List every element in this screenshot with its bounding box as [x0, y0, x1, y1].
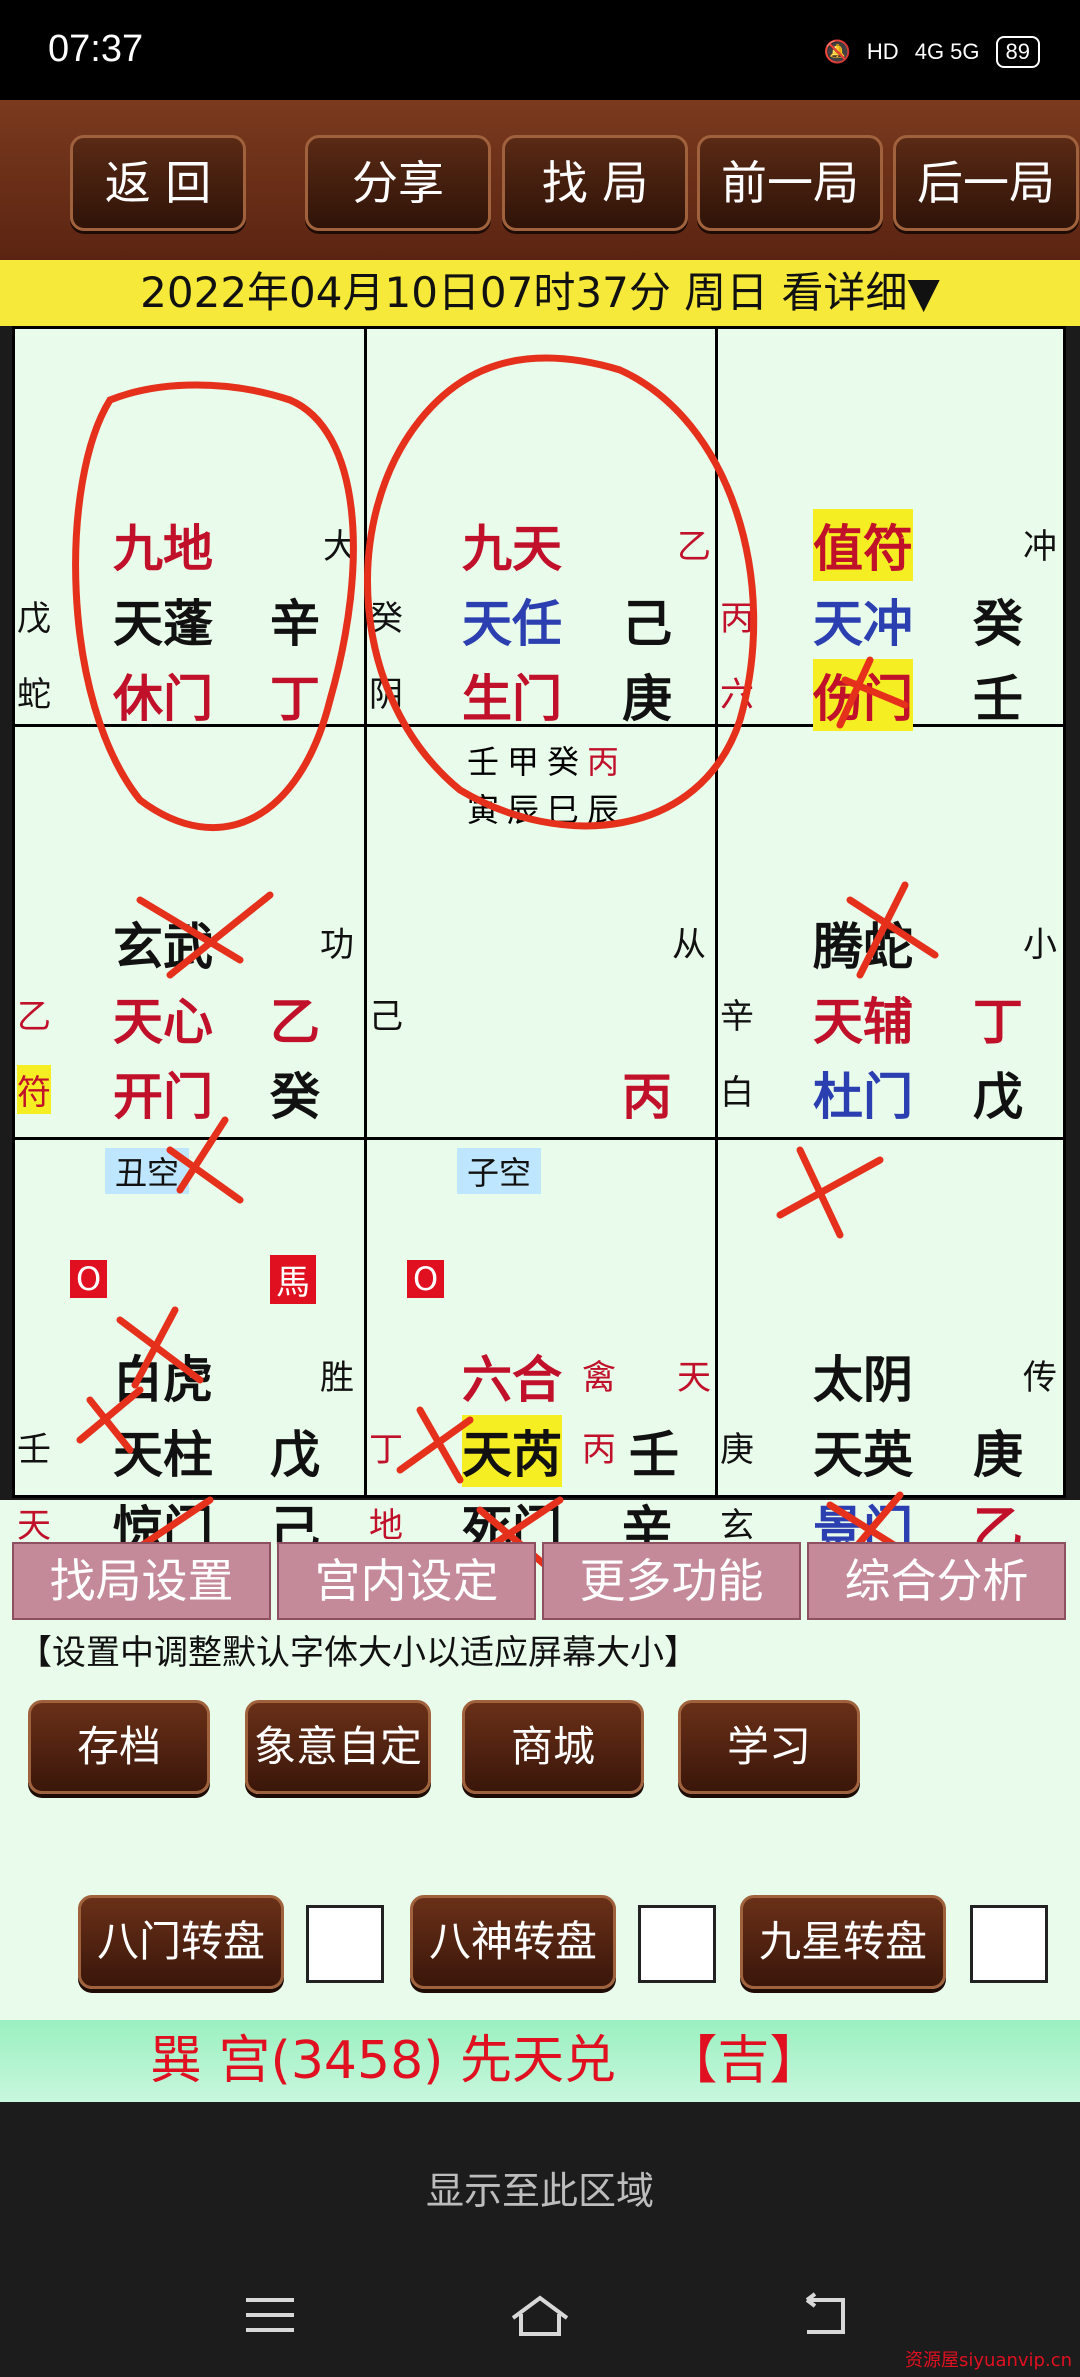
- palace-info-bar: 巽 宫(3458) 先天兑 【吉】: [0, 2020, 1080, 2102]
- star-dial-button[interactable]: 九星转盘: [740, 1895, 946, 1989]
- cross-mark: [846, 881, 939, 979]
- menu-icon[interactable]: [240, 2290, 300, 2340]
- circle-annotation: [364, 354, 758, 830]
- door-dial-checkbox[interactable]: [306, 1905, 384, 1983]
- analysis-button[interactable]: 综合分析: [807, 1542, 1066, 1620]
- back-nav-icon[interactable]: [795, 2290, 855, 2340]
- god-dial-checkbox[interactable]: [638, 1905, 716, 1983]
- home-icon[interactable]: [505, 2290, 575, 2340]
- god-dial-button[interactable]: 八神转盘: [410, 1895, 616, 1989]
- cross-mark: [396, 1406, 474, 1484]
- more-functions-button[interactable]: 更多功能: [542, 1542, 801, 1620]
- circle-annotation: [72, 381, 357, 831]
- cross-mark: [166, 1116, 244, 1204]
- watermark: 资源屋siyuanvip.cn: [905, 2350, 1072, 2371]
- door-dial-button[interactable]: 八门转盘: [78, 1895, 284, 1989]
- custom-meaning-button[interactable]: 象意自定: [245, 1700, 431, 1794]
- cross-mark: [76, 1386, 144, 1454]
- archive-button[interactable]: 存档: [28, 1700, 210, 1794]
- learn-button[interactable]: 学习: [678, 1700, 860, 1794]
- cross-mark: [116, 1306, 204, 1389]
- font-hint: 【设置中调整默认字体大小以适应屏幕大小】: [18, 1633, 698, 1673]
- star-dial-checkbox[interactable]: [970, 1905, 1048, 1983]
- store-button[interactable]: 商城: [462, 1700, 644, 1794]
- cross-mark: [776, 1146, 884, 1239]
- bottom-hint: 显示至此区域: [425, 2169, 654, 2213]
- cross-mark: [136, 891, 274, 979]
- find-settings-button[interactable]: 找局设置: [12, 1542, 271, 1620]
- function-menu: 找局设置 宫内设定 更多功能 综合分析: [12, 1542, 1066, 1620]
- cross-mark: [836, 656, 909, 729]
- palace-settings-button[interactable]: 宫内设定: [277, 1542, 536, 1620]
